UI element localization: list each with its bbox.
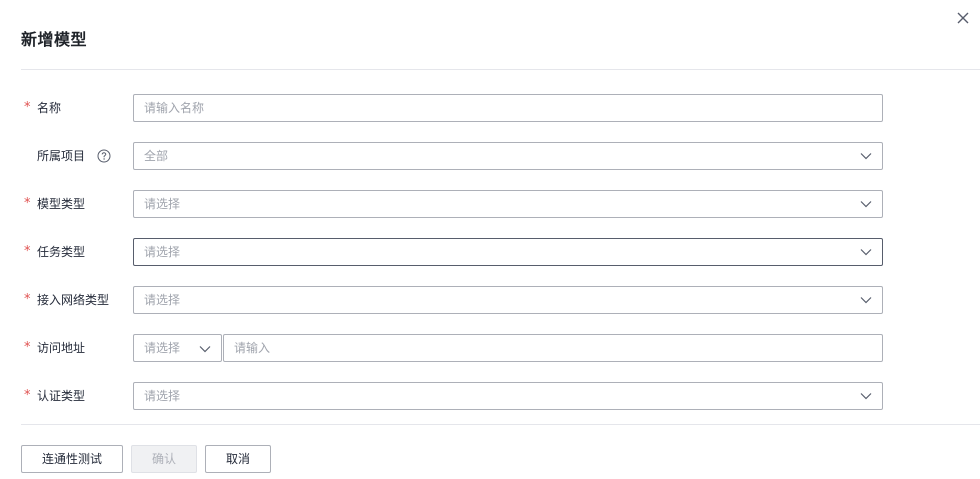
form-row-name: * 名称 请输入名称 bbox=[0, 94, 980, 122]
project-value: 全部 bbox=[144, 149, 169, 163]
chevron-down-icon bbox=[860, 199, 872, 209]
network-type-label: * 接入网络类型 bbox=[24, 286, 109, 314]
access-address-label-text: 访问地址 bbox=[37, 341, 86, 355]
address-input[interactable]: 请输入 bbox=[223, 334, 883, 362]
name-placeholder: 请输入名称 bbox=[144, 101, 205, 115]
project-select[interactable]: 全部 bbox=[133, 142, 883, 170]
form-row-auth-type: * 认证类型 请选择 bbox=[0, 382, 980, 410]
chevron-down-icon bbox=[860, 151, 872, 161]
access-address-label: * 访问地址 bbox=[24, 334, 85, 362]
required-mark: * bbox=[24, 340, 31, 355]
task-type-placeholder: 请选择 bbox=[144, 245, 181, 259]
footer-divider bbox=[21, 424, 980, 425]
model-type-placeholder: 请选择 bbox=[144, 197, 181, 211]
chevron-down-icon bbox=[860, 247, 872, 257]
required-mark: * bbox=[24, 196, 31, 211]
network-type-select[interactable]: 请选择 bbox=[133, 286, 883, 314]
model-type-label: * 模型类型 bbox=[24, 190, 85, 218]
add-model-dialog: 新增模型 * 名称 请输入名称 所属项目 全部 * 模型类型 请选择 * 任务类… bbox=[0, 0, 980, 479]
task-type-label: * 任务类型 bbox=[24, 238, 85, 266]
dialog-title: 新增模型 bbox=[21, 30, 88, 49]
auth-type-label: * 认证类型 bbox=[24, 382, 85, 410]
auth-type-label-text: 认证类型 bbox=[37, 389, 86, 403]
required-mark: * bbox=[24, 100, 31, 115]
name-label-text: 名称 bbox=[37, 101, 62, 115]
model-type-select[interactable]: 请选择 bbox=[133, 190, 883, 218]
network-type-placeholder: 请选择 bbox=[144, 293, 181, 307]
chevron-down-icon bbox=[860, 295, 872, 305]
name-label: * 名称 bbox=[24, 94, 61, 122]
task-type-label-text: 任务类型 bbox=[37, 245, 86, 259]
header-divider bbox=[21, 69, 980, 70]
chevron-down-icon bbox=[199, 343, 211, 353]
form-row-project: 所属项目 全部 bbox=[0, 142, 980, 170]
name-input[interactable]: 请输入名称 bbox=[133, 94, 883, 122]
required-mark: * bbox=[24, 244, 31, 259]
form-row-network-type: * 接入网络类型 请选择 bbox=[0, 286, 980, 314]
protocol-placeholder: 请选择 bbox=[144, 341, 181, 355]
model-type-label-text: 模型类型 bbox=[37, 197, 86, 211]
task-type-select[interactable]: 请选择 bbox=[133, 238, 883, 266]
project-label: 所属项目 bbox=[24, 142, 111, 170]
question-circle-icon[interactable] bbox=[97, 149, 111, 163]
address-placeholder: 请输入 bbox=[234, 341, 271, 355]
auth-type-select[interactable]: 请选择 bbox=[133, 382, 883, 410]
form-row-access-address: * 访问地址 请选择 请输入 bbox=[0, 334, 980, 362]
required-mark: * bbox=[24, 388, 31, 403]
project-label-text: 所属项目 bbox=[37, 149, 86, 163]
cancel-button[interactable]: 取消 bbox=[205, 445, 271, 473]
network-type-label-text: 接入网络类型 bbox=[37, 293, 110, 307]
dialog-header: 新增模型 bbox=[0, 0, 980, 70]
form-row-model-type: * 模型类型 请选择 bbox=[0, 190, 980, 218]
required-mark: * bbox=[24, 292, 31, 307]
chevron-down-icon bbox=[860, 391, 872, 401]
protocol-select[interactable]: 请选择 bbox=[133, 334, 222, 362]
confirm-button[interactable]: 确认 bbox=[131, 445, 197, 473]
close-icon[interactable] bbox=[954, 9, 972, 27]
auth-type-placeholder: 请选择 bbox=[144, 389, 181, 403]
form-row-task-type: * 任务类型 请选择 bbox=[0, 238, 980, 266]
connectivity-test-button[interactable]: 连通性测试 bbox=[21, 445, 123, 473]
